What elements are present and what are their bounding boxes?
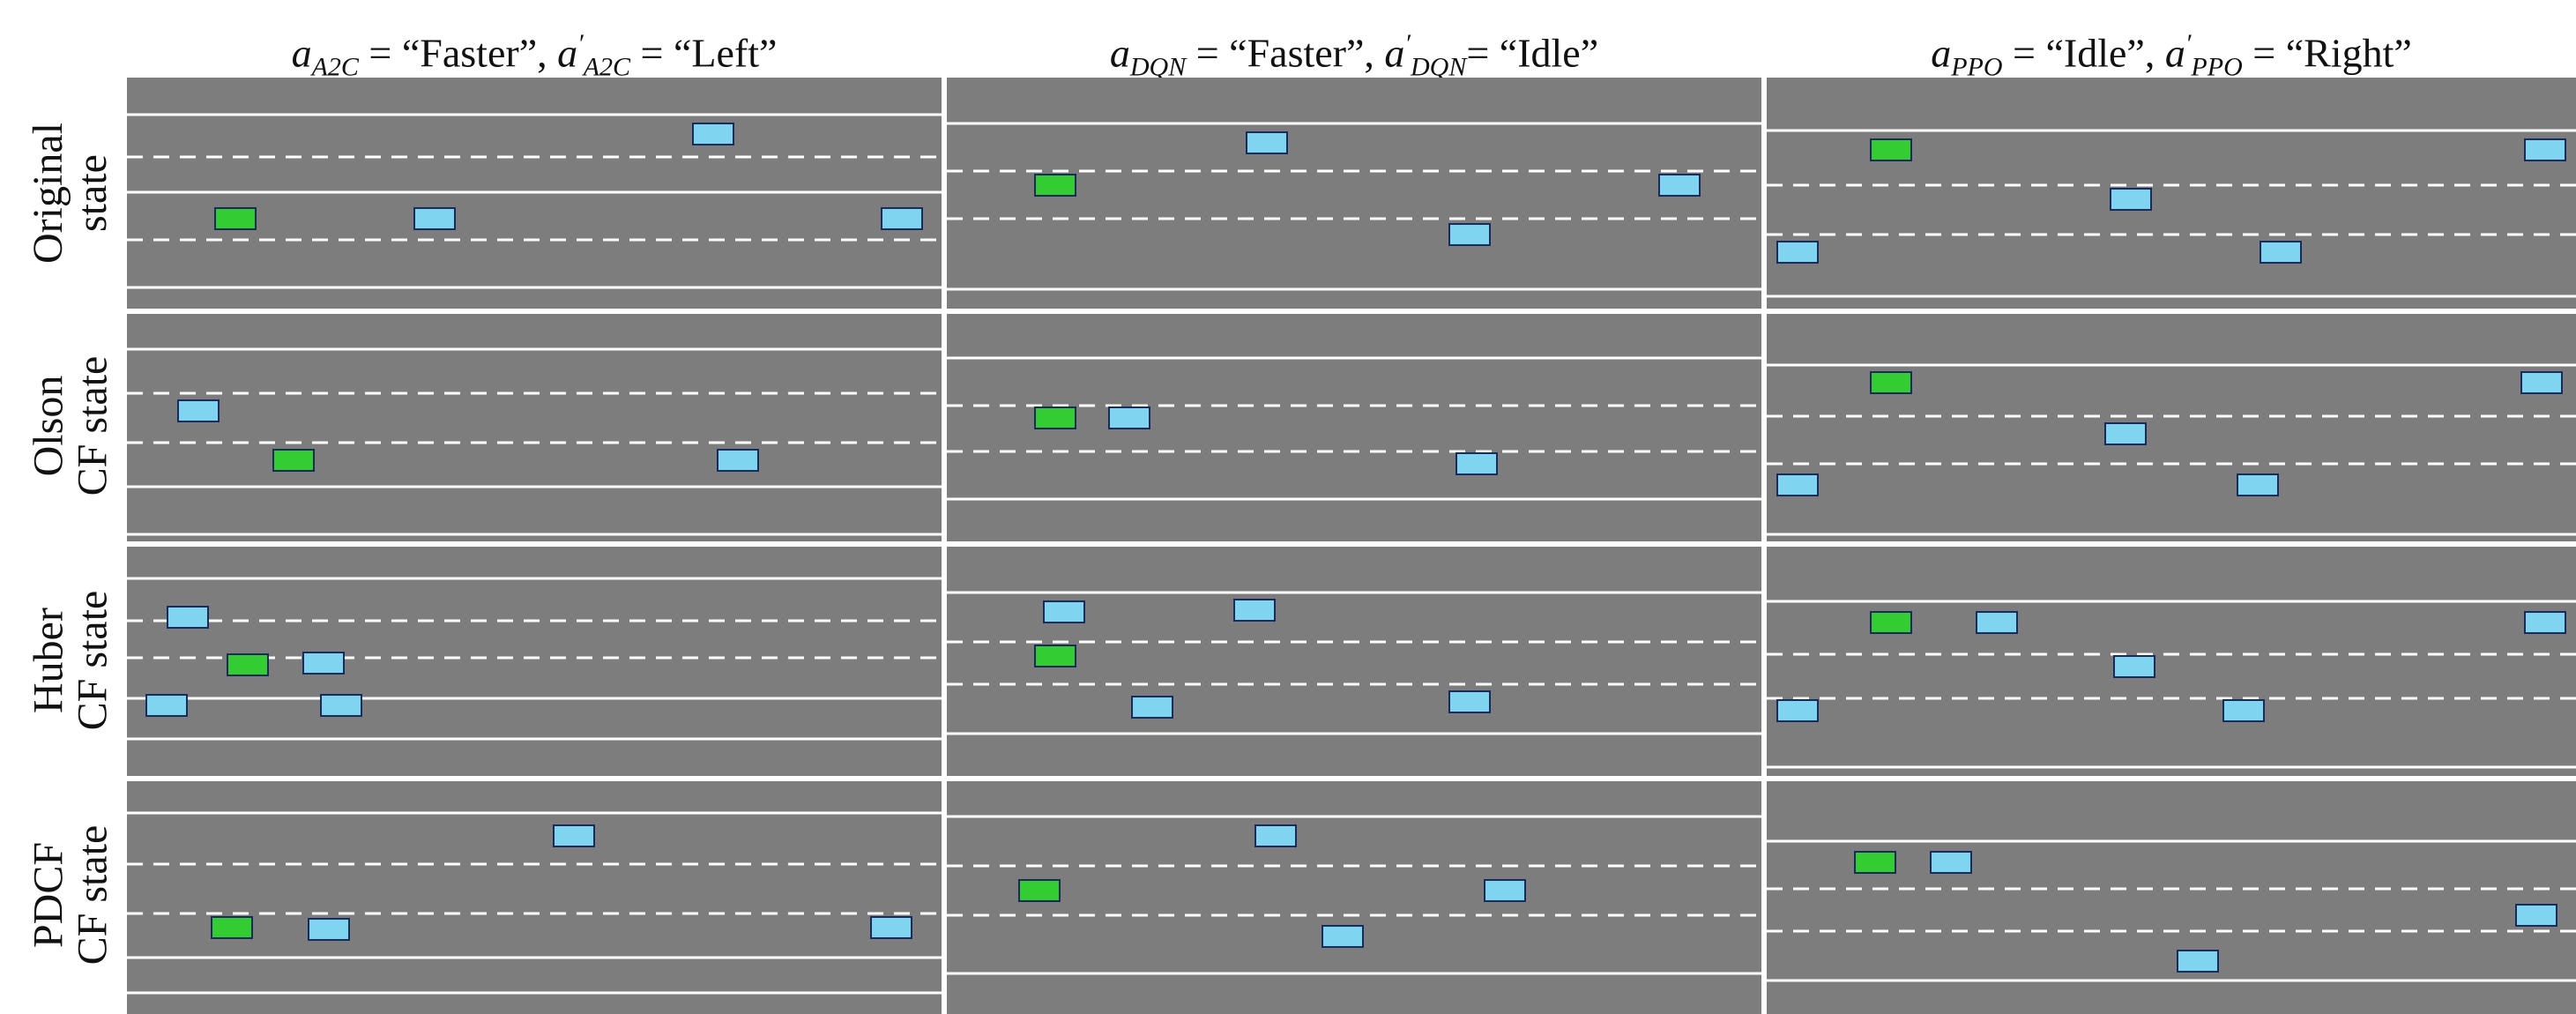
other-vehicle <box>870 916 912 939</box>
row-label-pdcf: PDCF CF state <box>25 824 116 966</box>
highway-state-panel <box>127 547 942 776</box>
other-vehicle <box>1776 473 1819 496</box>
other-vehicle <box>1930 851 1972 874</box>
other-vehicle <box>177 399 220 422</box>
other-vehicle <box>1484 879 1526 902</box>
other-vehicle <box>2524 611 2566 634</box>
other-vehicle <box>1776 241 1819 264</box>
other-vehicle <box>1776 699 1819 722</box>
other-vehicle <box>1131 696 1173 719</box>
highway-state-panel <box>127 314 942 541</box>
ego-vehicle <box>214 207 257 230</box>
other-vehicle <box>302 652 345 675</box>
other-vehicle <box>1043 600 1085 623</box>
road-scene <box>947 122 1761 291</box>
other-vehicle <box>2110 188 2152 211</box>
other-vehicle <box>1322 925 1364 948</box>
other-vehicle <box>1246 131 1288 154</box>
road-scene <box>127 577 942 741</box>
other-vehicle <box>717 449 759 472</box>
ego-vehicle <box>1034 406 1076 429</box>
row-label-olson: Olson CF state <box>25 355 116 496</box>
road-scene <box>1767 839 2576 982</box>
highway-state-panel <box>1767 314 2576 541</box>
other-vehicle <box>1254 824 1297 847</box>
other-vehicle <box>1448 690 1491 713</box>
other-vehicle <box>320 694 362 717</box>
ego-vehicle <box>1854 851 1896 874</box>
other-vehicle <box>1976 611 2018 634</box>
ego-vehicle <box>1034 645 1076 667</box>
road-scene <box>1767 129 2576 298</box>
highway-state-panel <box>1767 78 2576 309</box>
road-scene <box>127 347 942 536</box>
ego-vehicle <box>1034 174 1076 197</box>
highway-state-panel <box>947 78 1761 309</box>
other-vehicle <box>1233 599 1276 622</box>
column-header-dqn: aDQN = “Faster”, a′DQN= “Idle” <box>1109 29 1599 82</box>
ego-vehicle <box>1870 611 1912 634</box>
other-vehicle <box>167 606 209 629</box>
ego-vehicle <box>272 449 315 472</box>
row-divider <box>127 541 2576 547</box>
other-vehicle <box>1658 174 1701 197</box>
other-vehicle <box>413 207 456 230</box>
highway-state-panel <box>1767 547 2576 776</box>
other-vehicle <box>2260 241 2302 264</box>
other-vehicle <box>1448 223 1491 246</box>
other-vehicle <box>692 123 734 145</box>
other-vehicle <box>2524 138 2566 161</box>
column-header-a2c: aA2C = “Faster”, a′A2C = “Left” <box>291 29 778 82</box>
highway-state-panel <box>947 314 1761 541</box>
other-vehicle <box>308 918 350 941</box>
ego-vehicle <box>227 653 269 676</box>
other-vehicle <box>2104 422 2147 445</box>
road-scene <box>127 113 942 289</box>
road-scene <box>947 815 1761 975</box>
highway-state-panel <box>947 547 1761 776</box>
row-divider <box>127 776 2576 781</box>
ego-vehicle <box>211 916 253 939</box>
road-scene <box>947 356 1761 501</box>
highway-state-panel <box>1767 781 2576 1014</box>
road-scene <box>947 591 1761 735</box>
other-vehicle <box>2515 904 2557 927</box>
row-divider <box>127 309 2576 314</box>
column-header-ppo: aPPO = “Idle”, a′PPO = “Right” <box>1931 29 2412 82</box>
other-vehicle <box>2113 655 2155 678</box>
other-vehicle <box>881 207 923 230</box>
highway-state-panel <box>947 781 1761 1014</box>
other-vehicle <box>1456 452 1498 475</box>
other-vehicle <box>2222 699 2265 722</box>
row-label-original: Original state <box>25 123 115 264</box>
ego-vehicle <box>1018 879 1061 902</box>
row-label-huber: Huber CF state <box>25 590 116 731</box>
highway-state-panel <box>127 78 942 309</box>
other-vehicle <box>1108 406 1150 429</box>
road-scene <box>1767 363 2576 536</box>
other-vehicle <box>2237 473 2279 496</box>
ego-vehicle <box>1870 371 1912 394</box>
highway-state-panel <box>127 781 942 1014</box>
other-vehicle <box>2177 950 2219 973</box>
other-vehicle <box>145 694 188 717</box>
road-scene <box>1767 600 2576 769</box>
other-vehicle <box>553 824 595 847</box>
other-vehicle <box>2520 371 2563 394</box>
road-scene <box>127 811 942 995</box>
ego-vehicle <box>1870 138 1912 161</box>
